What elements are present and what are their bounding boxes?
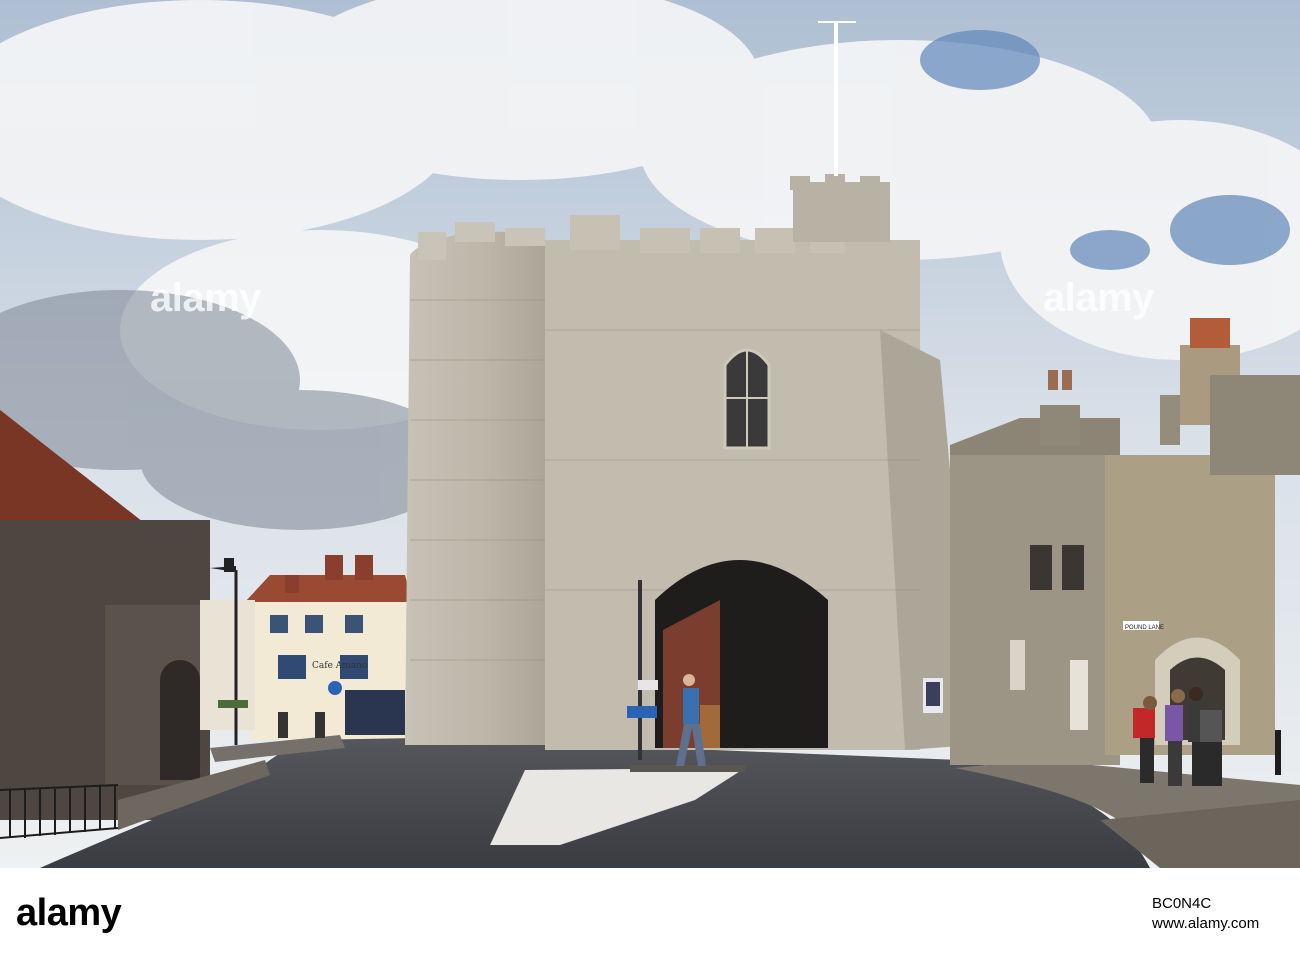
westgate-left-tower — [405, 231, 560, 746]
right-building — [950, 455, 1120, 765]
street-sign-text: POUND LANE — [1125, 625, 1164, 631]
shop-sign: Cafe Amano — [312, 661, 367, 671]
photo-westgate-scene: Cafe Amano POUND LANE — [0, 0, 1300, 868]
site-url[interactable]: www.alamy.com — [1152, 915, 1259, 932]
alamy-logo[interactable]: alamy — [16, 892, 122, 935]
image-id: BC0N4C — [1152, 895, 1212, 912]
watermark-right: alamy — [1043, 276, 1154, 320]
watermark-left: alamy — [150, 276, 261, 320]
turret — [793, 182, 890, 242]
blue-sign — [627, 706, 657, 718]
footer-bar — [0, 868, 1300, 957]
